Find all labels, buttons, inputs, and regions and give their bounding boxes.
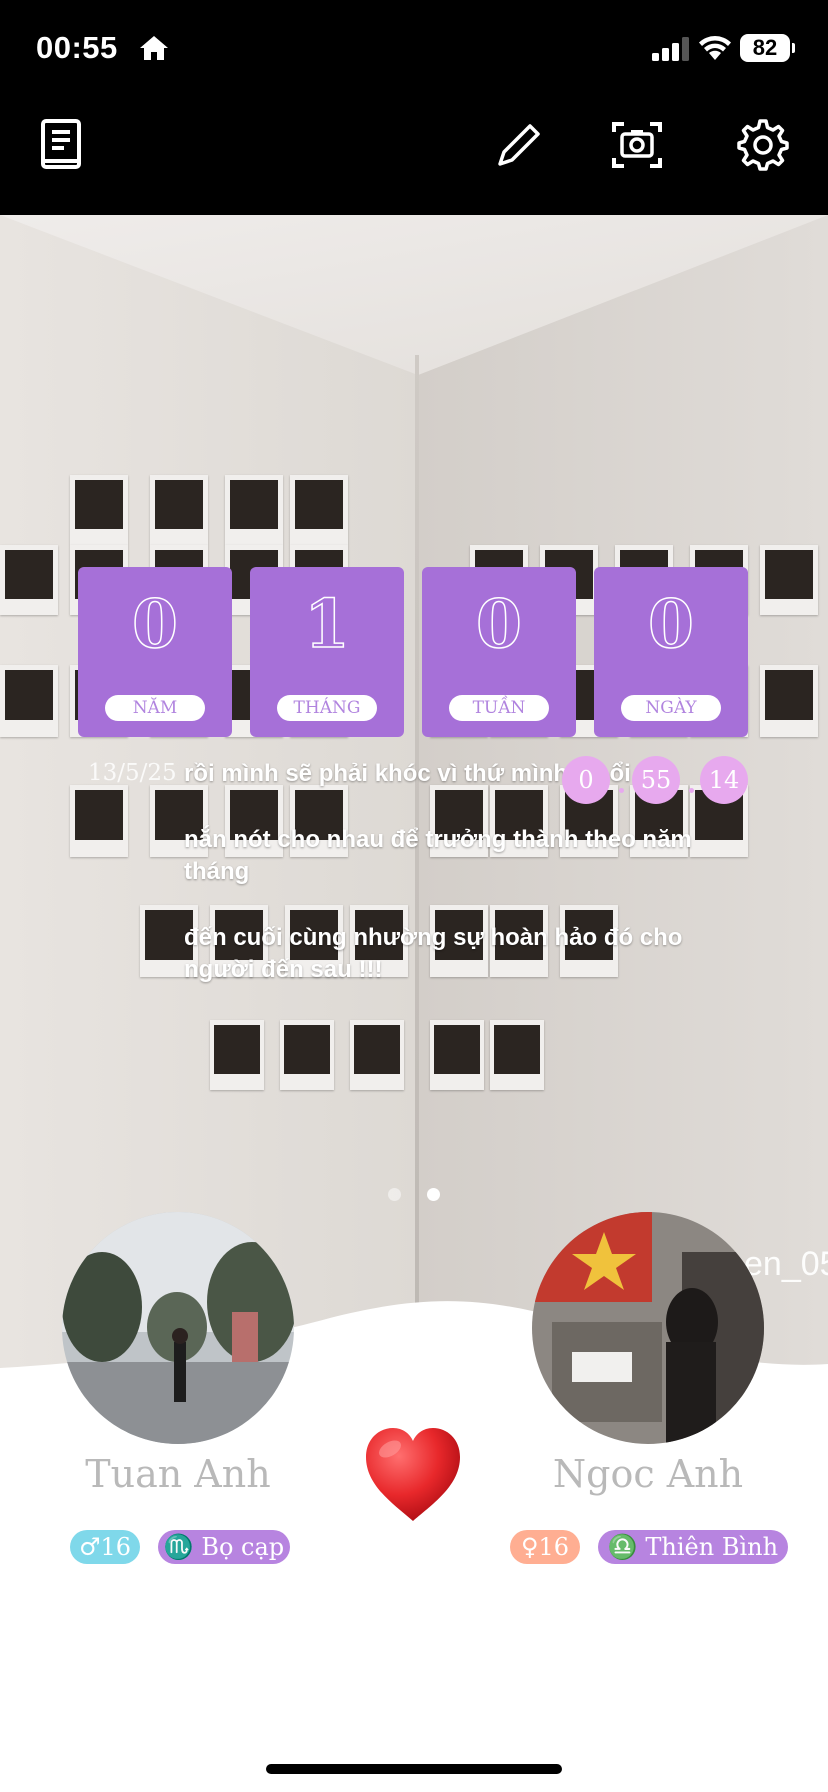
photo-frame [490,1020,544,1090]
counter-days-label: NGÀY [621,695,721,721]
book-icon[interactable] [36,118,90,172]
counter-days-value: 0 [647,584,694,664]
page-dot-1[interactable] [388,1188,401,1201]
clock-minutes: 55 [632,756,680,804]
message-line-2: nắn nót cho nhau để trưởng thành theo nă… [184,826,692,885]
counter-years: 0 NĂM [78,567,232,737]
photo-frame [290,475,348,545]
battery-indicator: 82 [740,34,790,62]
counter-months: 1 THÁNG [250,567,404,737]
clock-separator [689,788,694,793]
battery-tip [792,43,795,53]
photo-frame [70,785,128,857]
camera-icon[interactable] [610,118,664,172]
message-line-1-end: ổi [609,760,631,787]
person-left-name: Tuan Anh [85,1452,271,1496]
photo-frame [430,1020,484,1090]
photo-frame [70,475,128,545]
start-date: 13/5/25 [88,760,177,786]
counter-years-label: NĂM [105,695,205,721]
watermark-text: en_05 [744,1245,828,1283]
message-line-3: đến cuối cùng nhường sự hoàn hảo đó cho … [184,924,683,983]
person-right-gender-age: ♀16 [510,1530,580,1564]
photo-frame [210,1020,264,1090]
clock-hours: 0 [562,756,610,804]
gear-icon[interactable] [736,118,790,172]
avatar-right[interactable] [532,1212,764,1444]
photo-frame [760,545,818,615]
status-time: 00:55 [36,30,118,65]
counter-months-value: 1 [303,584,350,664]
person-left-zodiac: ♏ Bọ cạp [158,1530,290,1564]
photo-frame [350,1020,404,1090]
counter-days: 0 NGÀY [594,567,748,737]
photo-frame [225,475,283,545]
photo-frame [760,665,818,737]
person-right-name: Ngoc Anh [552,1452,744,1496]
counter-weeks-value: 0 [475,584,522,664]
photo-frame [0,545,58,615]
wifi-icon [699,36,731,60]
page-dot-2-active[interactable] [427,1188,440,1201]
home-icon [140,36,168,60]
avatar-left[interactable] [62,1212,294,1444]
person-right-zodiac: ♎ Thiên Bình [598,1530,788,1564]
counter-years-value: 0 [131,584,178,664]
pencil-icon[interactable] [492,118,546,172]
photo-frame [0,665,58,737]
heart-icon [366,1428,460,1521]
clock-separator [619,788,624,793]
home-indicator [266,1764,562,1774]
photo-frame [280,1020,334,1090]
person-left-gender-age: ♂16 [70,1530,140,1564]
counter-weeks-label: TUẦN [449,695,549,721]
cellular-signal-icon [652,37,689,61]
counter-weeks: 0 TUẦN [422,567,576,737]
message-line-1: rồi mình sẽ phải khóc vì thứ mình [184,760,569,787]
photo-frame [150,475,208,545]
counter-months-label: THÁNG [277,695,377,721]
top-bar: 00:55 82 [0,0,828,215]
clock-seconds: 14 [700,756,748,804]
